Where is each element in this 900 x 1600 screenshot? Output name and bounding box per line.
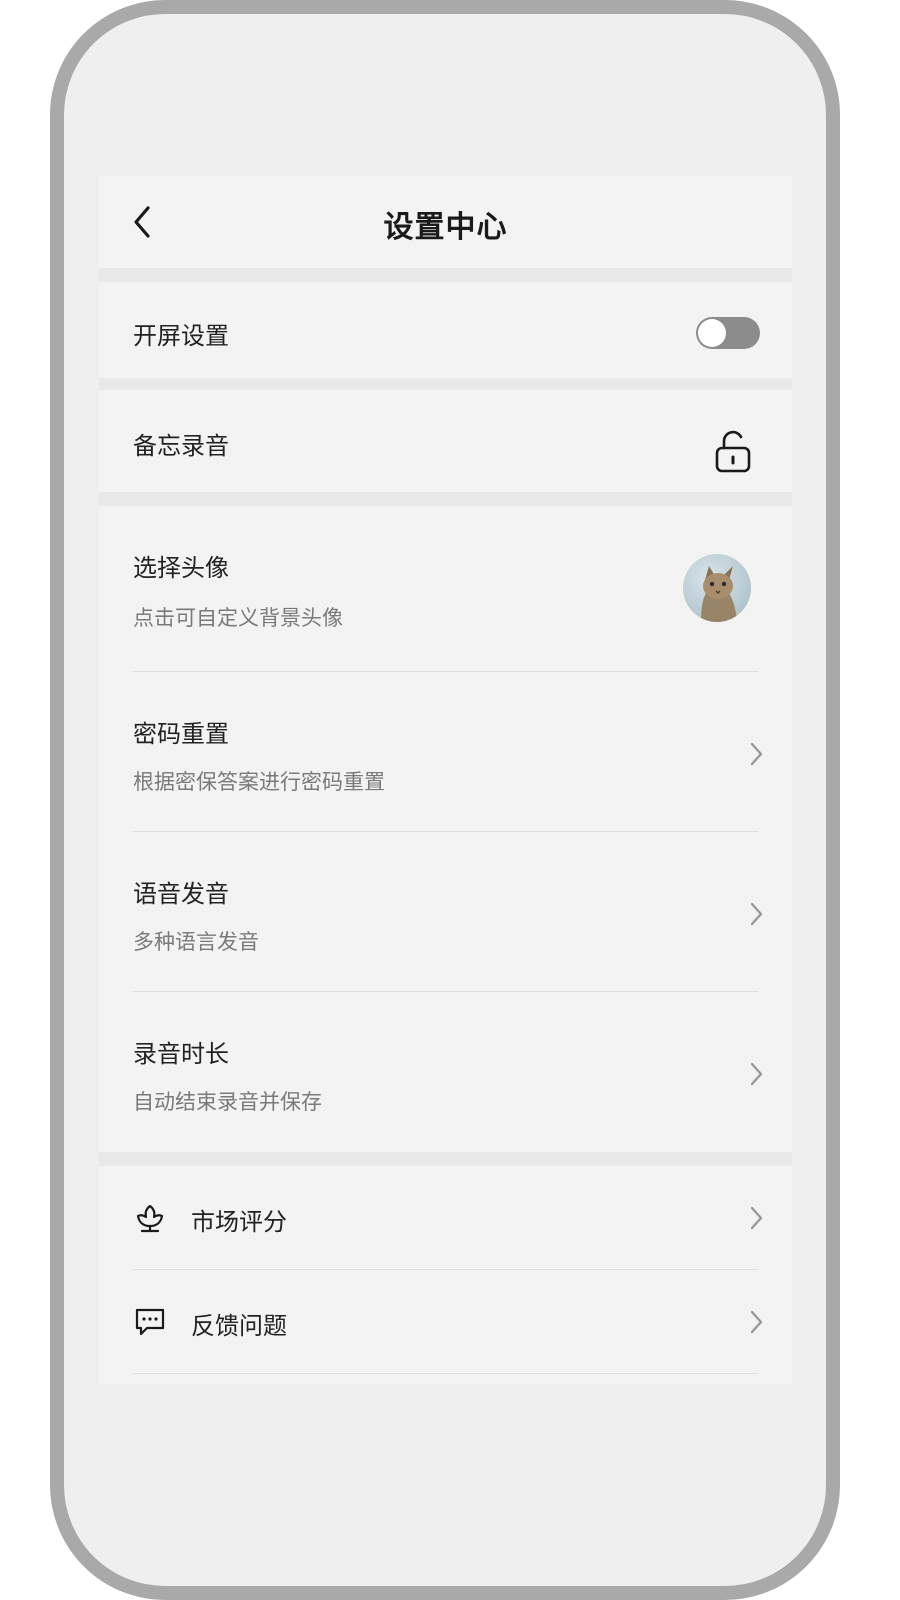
- avatar-row[interactable]: 选择头像 点击可自定义背景头像: [99, 506, 792, 672]
- voice-pronunciation-label: 语音发音: [133, 880, 229, 908]
- section-separator: [99, 268, 792, 282]
- page-title: 设置中心: [383, 210, 508, 245]
- chevron-right-icon: [750, 1062, 763, 1086]
- splash-setting-row: 开屏设置: [99, 282, 792, 378]
- section-separator: [99, 378, 792, 390]
- toggle-knob: [698, 319, 726, 347]
- splash-toggle[interactable]: [696, 317, 760, 349]
- voice-pronunciation-sublabel: 多种语言发音: [133, 930, 259, 954]
- unlock-icon[interactable]: [713, 428, 753, 474]
- cat-avatar-image: [701, 566, 737, 622]
- recording-duration-row[interactable]: 录音时长 自动结束录音并保存: [99, 992, 792, 1152]
- market-rating-row[interactable]: 市场评分: [99, 1166, 792, 1270]
- flower-icon: [136, 1204, 164, 1233]
- password-reset-sublabel: 根据密保答案进行密码重置: [133, 770, 385, 794]
- memo-recording-label: 备忘录音: [133, 432, 229, 460]
- memo-recording-row[interactable]: 备忘录音: [99, 390, 792, 492]
- voice-pronunciation-row[interactable]: 语音发音 多种语言发音: [99, 832, 792, 992]
- password-reset-row[interactable]: 密码重置 根据密保答案进行密码重置: [99, 672, 792, 832]
- avatar-label: 选择头像: [133, 554, 229, 582]
- feedback-label: 反馈问题: [191, 1312, 287, 1340]
- top-bar: 设置中心: [99, 176, 792, 268]
- feedback-row[interactable]: 反馈问题: [99, 1270, 792, 1374]
- chevron-right-icon: [750, 902, 763, 926]
- recording-duration-label: 录音时长: [133, 1040, 229, 1068]
- chevron-right-icon: [750, 1206, 763, 1230]
- password-reset-label: 密码重置: [133, 720, 229, 748]
- avatar[interactable]: [683, 554, 751, 622]
- section-separator: [99, 1152, 792, 1166]
- splash-setting-label: 开屏设置: [133, 322, 229, 350]
- market-rating-label: 市场评分: [191, 1208, 287, 1236]
- recording-duration-sublabel: 自动结束录音并保存: [133, 1090, 322, 1114]
- section-separator: [99, 492, 792, 506]
- divider: [133, 1373, 758, 1374]
- chevron-right-icon: [750, 742, 763, 766]
- settings-screen: 设置中心 开屏设置 备忘录音 选择头像 点击可自定义背景头像 密码重置 根据密保…: [99, 176, 792, 1384]
- chevron-right-icon: [750, 1310, 763, 1334]
- chat-bubble-icon: [135, 1308, 165, 1336]
- avatar-sublabel: 点击可自定义背景头像: [133, 606, 343, 630]
